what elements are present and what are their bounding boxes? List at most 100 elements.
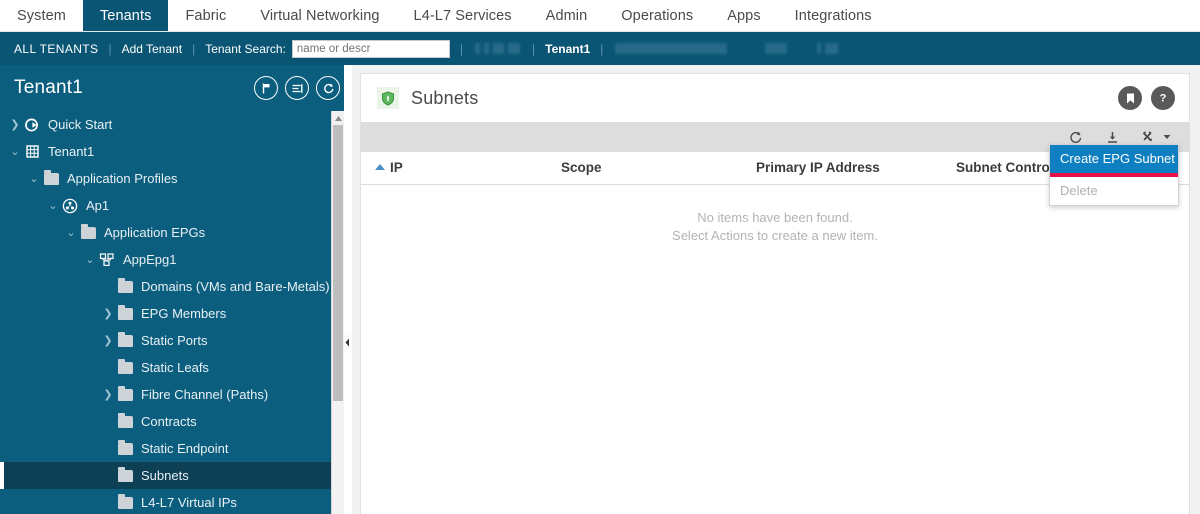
nav-tab-label: Virtual Networking <box>260 7 380 24</box>
bookmark-icon[interactable] <box>1118 86 1142 110</box>
nav-tab-l4-l7-services[interactable]: L4-L7 Services <box>397 0 529 31</box>
scroll-up-arrow-icon[interactable] <box>332 111 344 125</box>
subnav-separator: | <box>600 41 604 56</box>
tenant-search-input[interactable] <box>291 39 450 58</box>
menu-item-delete: Delete <box>1050 177 1178 205</box>
tree-item-label: Ap1 <box>86 198 110 213</box>
folder-icon <box>115 331 135 347</box>
sidebar-scrollbar-thumb[interactable] <box>333 125 343 401</box>
nav-tab-label: Fabric <box>185 7 227 24</box>
menu-item-label: Delete <box>1060 183 1098 198</box>
add-tenant-link[interactable]: Add Tenant <box>122 42 183 56</box>
tree-item-label: L4-L7 Virtual IPs <box>141 495 237 510</box>
tree-item-label: Application EPGs <box>104 225 206 240</box>
sidebar-scrollbar[interactable] <box>331 111 344 514</box>
column-header-label: Primary IP Address <box>756 160 880 175</box>
chevron-down-icon[interactable]: ⌄ <box>64 226 78 239</box>
column-header-label: Scope <box>561 160 602 175</box>
chevron-down-icon[interactable]: ⌄ <box>8 145 22 158</box>
nav-tab-apps[interactable]: Apps <box>710 0 777 31</box>
tree-item-tenant1[interactable]: ⌄ Tenant1 <box>0 138 352 165</box>
nav-tab-label: Apps <box>727 7 761 24</box>
column-header-scope[interactable]: Scope <box>561 152 756 185</box>
redacted-breadcrumb-chip <box>475 43 481 54</box>
folder-icon <box>115 304 135 320</box>
column-header-primary-ip-address[interactable]: Primary IP Address <box>756 152 956 185</box>
list-view-icon[interactable] <box>285 76 309 100</box>
redacted-breadcrumb-chip <box>615 43 728 54</box>
content-area: Subnets ? IP Scope Primary IP Address Su… <box>352 65 1200 514</box>
current-tenant-breadcrumb[interactable]: Tenant1 <box>545 42 590 56</box>
help-icon[interactable]: ? <box>1151 86 1175 110</box>
tree-item-label: Fibre Channel (Paths) <box>141 387 269 402</box>
tree-item-static-leafs[interactable]: Static Leafs <box>0 354 352 381</box>
subnav-separator: | <box>459 41 464 56</box>
tree-item-application-epgs[interactable]: ⌄ Application EPGs <box>0 219 352 246</box>
nav-tab-tenants[interactable]: Tenants <box>82 0 169 31</box>
tree-item-label: Static Ports <box>141 333 208 348</box>
flag-icon[interactable] <box>254 76 278 100</box>
shield-green-icon <box>377 87 399 109</box>
tree-item-subnets[interactable]: Subnets <box>0 462 352 489</box>
menu-item-create-epg-subnet[interactable]: Create EPG Subnet <box>1050 145 1178 177</box>
all-tenants-link[interactable]: ALL TENANTS <box>14 42 98 56</box>
nav-tab-label: System <box>17 7 66 24</box>
chevron-right-icon[interactable]: ❯ <box>101 307 115 320</box>
folder-icon <box>115 277 135 293</box>
chevron-down-icon[interactable]: ⌄ <box>46 199 60 212</box>
chevron-down-icon[interactable]: ⌄ <box>27 172 41 185</box>
chevron-right-icon[interactable]: ❯ <box>8 118 22 131</box>
folder-icon <box>41 169 61 185</box>
tree-item-static-endpoint[interactable]: Static Endpoint <box>0 435 352 462</box>
tree-item-quick-start[interactable]: ❯ Quick Start <box>0 111 352 138</box>
tree-item-epg-members[interactable]: ❯ EPG Members <box>0 300 352 327</box>
nav-tab-integrations[interactable]: Integrations <box>778 0 889 31</box>
column-header-label: Subnet Control <box>956 160 1054 175</box>
top-navigation-bar: System Tenants Fabric Virtual Networking… <box>0 0 1200 32</box>
subnets-panel: Subnets ? IP Scope Primary IP Address Su… <box>360 73 1190 514</box>
nav-tab-operations[interactable]: Operations <box>604 0 710 31</box>
nav-tab-system[interactable]: System <box>0 0 83 31</box>
tree-item-l4-l7-virtual-ips[interactable]: L4-L7 Virtual IPs <box>0 489 352 514</box>
panel-header: Subnets ? <box>361 74 1189 122</box>
folder-icon <box>115 439 135 455</box>
tree-item-ap1[interactable]: ⌄ Ap1 <box>0 192 352 219</box>
redacted-breadcrumb-chip <box>825 43 839 54</box>
chevron-right-icon[interactable]: ❯ <box>101 388 115 401</box>
tree-item-application-profiles[interactable]: ⌄ Application Profiles <box>0 165 352 192</box>
nav-tab-virtual-networking[interactable]: Virtual Networking <box>243 0 396 31</box>
tree-item-static-ports[interactable]: ❯ Static Ports <box>0 327 352 354</box>
refresh-icon[interactable] <box>316 76 340 100</box>
nav-tab-admin[interactable]: Admin <box>529 0 605 31</box>
nav-tab-label: L4-L7 Services <box>413 7 512 24</box>
sidebar-header-actions <box>254 76 340 100</box>
nav-tab-label: Admin <box>545 7 588 24</box>
tenant-icon <box>22 144 42 159</box>
tree-item-appepg1[interactable]: ⌄ AppEpg1 <box>0 246 352 273</box>
folder-icon <box>78 223 98 239</box>
menu-item-label: Create EPG Subnet <box>1060 151 1175 166</box>
chevron-down-icon[interactable]: ⌄ <box>83 253 97 266</box>
column-header-ip[interactable]: IP <box>361 152 561 185</box>
actions-tools-icon[interactable] <box>1142 130 1171 145</box>
chevron-right-icon[interactable]: ❯ <box>101 334 115 347</box>
tree-item-fibre-channel-paths[interactable]: ❯ Fibre Channel (Paths) <box>0 381 352 408</box>
main-body: Tenant1 ❯ Quick Start ⌄ Tenant1 ⌄ Applic… <box>0 65 1200 514</box>
refresh-icon[interactable] <box>1068 130 1083 145</box>
redacted-breadcrumb-chip <box>493 43 505 54</box>
folder-icon <box>115 412 135 428</box>
column-header-label: IP <box>390 160 403 175</box>
nav-tab-fabric[interactable]: Fabric <box>168 0 243 31</box>
nav-tab-label: Operations <box>621 7 694 24</box>
tree-item-label: Static Endpoint <box>141 441 229 456</box>
tree-item-domains[interactable]: Domains (VMs and Bare-Metals) <box>0 273 352 300</box>
tenant-sub-navigation-bar: ALL TENANTS | Add Tenant | Tenant Search… <box>0 32 1200 65</box>
tree-item-contracts[interactable]: Contracts <box>0 408 352 435</box>
sidebar-collapse-handle[interactable] <box>344 331 351 353</box>
download-icon[interactable] <box>1105 130 1120 145</box>
tree-item-label: Tenant1 <box>48 144 95 159</box>
subnav-separator: | <box>532 41 536 56</box>
folder-icon <box>115 385 135 401</box>
svg-text:?: ? <box>1160 93 1167 105</box>
tree-item-label: Quick Start <box>48 117 113 132</box>
